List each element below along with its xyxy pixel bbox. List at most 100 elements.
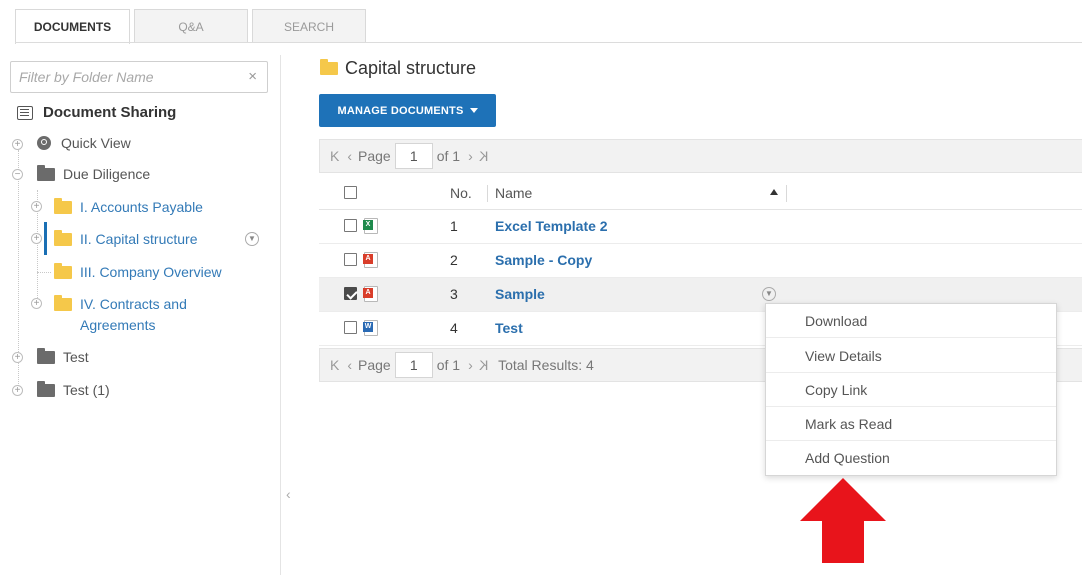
manage-documents-label: MANAGE DOCUMENTS [337, 104, 464, 117]
column-header-no[interactable]: No. [450, 185, 472, 201]
column-separator [786, 185, 787, 202]
document-link[interactable]: Sample - Copy [495, 252, 592, 268]
total-results: Total Results: 4 [498, 357, 594, 373]
tab-documents[interactable]: DOCUMENTS [15, 9, 130, 44]
table-header: No. Name [319, 177, 1082, 210]
page-title: Capital structure [320, 58, 476, 79]
page-number-input[interactable]: 1 [394, 143, 433, 169]
page-title-text: Capital structure [345, 58, 477, 78]
tab-qa[interactable]: Q&A [134, 9, 248, 43]
excel-file-icon: X [363, 218, 378, 234]
menu-item-view-details[interactable]: View Details [766, 339, 1056, 373]
page-count: of 1 [436, 148, 461, 164]
row-checkbox[interactable] [344, 219, 357, 232]
pdf-file-icon: A [363, 286, 378, 302]
page-label: Page [358, 148, 391, 164]
folder-icon [54, 263, 72, 279]
caret-down-icon [469, 108, 478, 113]
folder-options-dropdown-icon[interactable]: ▼ [245, 232, 259, 246]
tree-item-company-overview[interactable]: III. Company Overview [54, 263, 222, 280]
document-link[interactable]: Sample [495, 286, 545, 302]
folder-icon [37, 165, 55, 181]
row-checkbox[interactable] [344, 321, 357, 334]
sort-ascending-icon[interactable] [770, 189, 778, 195]
tree-item-label: Test [63, 349, 89, 365]
menu-item-mark-as-read[interactable]: Mark as Read [766, 407, 1056, 441]
document-link[interactable]: Test [495, 320, 523, 336]
page-count: of 1 [436, 357, 461, 373]
column-header-name[interactable]: Name [495, 185, 532, 201]
row-number: 2 [450, 252, 458, 268]
tree-item-contracts-agreements[interactable]: IV. Contracts and Agreements [54, 295, 187, 336]
expand-icon[interactable]: + [12, 139, 23, 150]
page-label: Page [358, 357, 391, 373]
folder-icon [54, 198, 72, 214]
row-number: 4 [450, 320, 458, 336]
tree-item-label: II. Capital structure [80, 231, 198, 247]
menu-item-add-question[interactable]: Add Question [766, 441, 1056, 475]
tree-item-capital-structure[interactable]: II. Capital structure [54, 230, 198, 247]
pdf-badge: A [363, 288, 373, 298]
folder-icon [54, 295, 72, 311]
tree-item-label-line2: Agreements [80, 317, 156, 333]
tree-item-label: I. Accounts Payable [80, 199, 203, 215]
word-badge: W [363, 322, 373, 332]
folder-filter-input[interactable] [11, 62, 231, 92]
select-all-checkbox[interactable] [344, 186, 357, 199]
expand-icon[interactable]: + [12, 385, 23, 396]
folder-icon [54, 230, 72, 246]
collapse-pane-icon[interactable]: ‹ [286, 486, 291, 502]
row-number: 1 [450, 218, 458, 234]
next-page-icon[interactable]: › [468, 357, 473, 373]
prev-page-icon[interactable]: ‹ [347, 148, 352, 164]
tab-bar: DOCUMENTS Q&A SEARCH [15, 9, 370, 44]
expand-icon[interactable]: + [31, 298, 42, 309]
clear-filter-icon[interactable]: × [248, 68, 257, 85]
tree-item-label: Quick View [61, 135, 131, 151]
column-separator [487, 185, 488, 202]
expand-icon[interactable]: + [31, 201, 42, 212]
pager-top: K ‹ Page 1 of 1 › K [319, 139, 1082, 173]
pdf-file-icon: A [363, 252, 378, 268]
menu-item-download[interactable]: Download [766, 304, 1056, 338]
collapse-icon[interactable]: − [12, 169, 23, 180]
next-page-icon[interactable]: › [468, 148, 473, 164]
list-icon [17, 105, 33, 120]
tree-item-quick-view[interactable]: Quick View [37, 135, 131, 151]
expand-icon[interactable]: + [31, 233, 42, 244]
prev-page-icon[interactable]: ‹ [347, 357, 352, 373]
tree-root-label: Document Sharing [43, 104, 177, 121]
tree-item-label: Due Diligence [63, 166, 151, 182]
table-row[interactable]: A 2 Sample - Copy [319, 244, 1082, 278]
tree-item-test[interactable]: Test [37, 348, 89, 365]
tree-item-test-1[interactable]: Test (1) [37, 381, 110, 398]
pane-divider [280, 55, 281, 575]
folder-icon [37, 348, 55, 364]
pdf-badge: A [363, 254, 373, 264]
tree-item-label: Test (1) [63, 382, 110, 398]
tree-root-document-sharing[interactable]: Document Sharing [17, 104, 176, 121]
row-checkbox-checked[interactable] [344, 287, 357, 300]
word-file-icon: W [363, 320, 378, 336]
folder-filter: × [10, 61, 268, 93]
last-page-icon[interactable]: K [479, 148, 488, 164]
page-number-input[interactable]: 1 [394, 352, 433, 378]
tree-item-due-diligence[interactable]: Due Diligence [37, 165, 151, 182]
row-options-dropdown-icon[interactable]: ▼ [762, 287, 776, 301]
table-row[interactable]: X 1 Excel Template 2 [319, 210, 1082, 244]
last-page-icon[interactable]: K [479, 357, 488, 373]
tab-search[interactable]: SEARCH [252, 9, 366, 43]
selected-indicator [44, 222, 47, 255]
menu-item-copy-link[interactable]: Copy Link [766, 373, 1056, 407]
first-page-icon[interactable]: K [330, 148, 339, 164]
manage-documents-button[interactable]: MANAGE DOCUMENTS [319, 94, 496, 127]
tree-item-accounts-payable[interactable]: I. Accounts Payable [54, 198, 203, 215]
excel-badge: X [363, 220, 373, 230]
row-checkbox[interactable] [344, 253, 357, 266]
tree-item-label-line1: IV. Contracts and [80, 296, 187, 312]
row-context-menu: Download View Details Copy Link Mark as … [765, 303, 1057, 476]
document-link[interactable]: Excel Template 2 [495, 218, 608, 234]
first-page-icon[interactable]: K [330, 357, 339, 373]
folder-icon [37, 381, 55, 397]
expand-icon[interactable]: + [12, 352, 23, 363]
